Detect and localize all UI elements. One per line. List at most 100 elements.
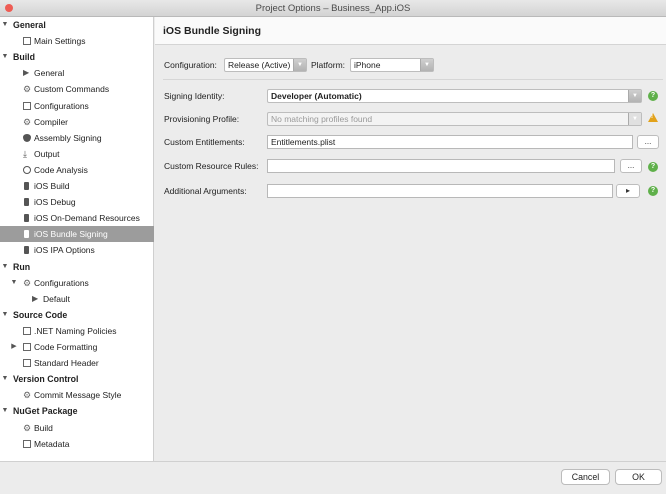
provisioning-profile-dropdown[interactable]: No matching profiles found ▼ — [267, 112, 642, 126]
device-icon — [24, 198, 29, 207]
disclosure-expanded-icon[interactable]: ▼ — [1, 49, 9, 65]
sidebar-item-default[interactable]: ▶ Default — [0, 291, 154, 307]
sidebar-item-commit-message-style[interactable]: ⚙ Commit Message Style — [0, 387, 154, 403]
sidebar-category-nuget-package[interactable]: ▼ NuGet Package — [0, 403, 154, 419]
device-icon — [24, 230, 29, 239]
signing-identity-dropdown[interactable]: Developer (Automatic) ▼ — [267, 89, 642, 103]
sidebar-item-label: iOS Debug — [34, 197, 76, 208]
platform-value: iPhone — [354, 60, 381, 70]
device-icon — [24, 246, 29, 255]
help-icon[interactable]: ? — [648, 186, 658, 196]
sidebar-item-custom-commands[interactable]: ⚙ Custom Commands — [0, 81, 154, 97]
sidebar-item-ios-on-demand-resources[interactable]: iOS On-Demand Resources — [0, 210, 154, 226]
custom-resource-rules-label: Custom Resource Rules: — [164, 161, 259, 171]
download-icon: ⤓ — [23, 148, 27, 159]
sidebar-item-label: Metadata — [34, 438, 70, 449]
sidebar-item-label: Code Analysis — [34, 164, 88, 175]
sidebar-item-label: Custom Commands — [34, 84, 110, 95]
chevron-down-icon: ▼ — [628, 90, 641, 102]
sidebar-item-compiler[interactable]: ⚙ Compiler — [0, 114, 154, 130]
configuration-label: Configuration: — [164, 60, 217, 70]
disclosure-expanded-icon[interactable]: ▼ — [1, 259, 9, 275]
sidebar-item-ios-build[interactable]: iOS Build — [0, 178, 154, 194]
dialog-footer: Cancel OK — [0, 461, 666, 494]
sidebar-item-label: Code Formatting — [34, 342, 98, 352]
doc-icon — [23, 343, 31, 351]
panel-header: iOS Bundle Signing — [155, 17, 666, 45]
sidebar-item-label: NuGet Package — [13, 406, 78, 417]
sidebar-item-label: Version Control — [13, 374, 79, 385]
sidebar-item-label: General — [34, 68, 65, 79]
disclosure-expanded-icon[interactable]: ▼ — [1, 371, 9, 387]
sidebar-item-code-analysis[interactable]: Code Analysis — [0, 162, 154, 178]
sidebar-category-version-control[interactable]: ▼ Version Control — [0, 371, 154, 387]
gear-icon: ⚙ — [23, 390, 32, 401]
cancel-button[interactable]: Cancel — [561, 469, 610, 485]
sidebar-item-label: Build — [34, 422, 53, 433]
sidebar-item-ios-ipa-options[interactable]: iOS IPA Options — [0, 242, 154, 258]
sidebar-item-standard-header[interactable]: Standard Header — [0, 355, 154, 371]
sidebar-item-label: Source Code — [13, 309, 68, 320]
chevron-down-icon: ▼ — [293, 59, 306, 71]
help-icon[interactable]: ? — [648, 91, 658, 101]
divider — [163, 79, 663, 80]
disclosure-collapsed-icon[interactable]: ▶ — [10, 339, 18, 355]
window-title: Project Options – Business_App.iOS — [255, 3, 411, 14]
sidebar-item-metadata[interactable]: Metadata — [0, 436, 154, 452]
browse-entitlements-button[interactable]: ... — [637, 135, 659, 149]
warning-icon[interactable]: ! — [648, 113, 658, 122]
platform-label: Platform: — [311, 60, 346, 70]
sidebar-category-source-code[interactable]: ▼ Source Code — [0, 307, 154, 323]
doc-icon — [23, 101, 31, 110]
sidebar-item-label: Run — [13, 261, 31, 272]
sidebar-item-code-formatting[interactable]: ▶ Code Formatting — [0, 339, 154, 355]
sidebar-item-main-settings[interactable]: Main Settings — [0, 33, 154, 49]
sidebar-item-ios-debug[interactable]: iOS Debug — [0, 194, 154, 210]
circle-icon — [23, 165, 31, 174]
sidebar-item-label: Commit Message Style — [34, 390, 122, 401]
custom-resource-rules-input[interactable] — [267, 159, 615, 173]
device-icon — [24, 214, 29, 223]
custom-entitlements-input[interactable]: Entitlements.plist — [267, 135, 633, 149]
run-arguments-button[interactable]: ▸ — [616, 184, 640, 198]
disclosure-expanded-icon[interactable]: ▼ — [10, 275, 18, 291]
gear-icon: ⚙ — [23, 84, 32, 95]
gear-icon: ⚙ — [23, 116, 32, 127]
sidebar-item-label: Main Settings — [34, 36, 86, 47]
disclosure-expanded-icon[interactable]: ▼ — [1, 17, 9, 33]
configuration-dropdown[interactable]: Release (Active) ▼ — [224, 58, 307, 72]
sidebar-category-general[interactable]: ▼ General — [0, 17, 154, 33]
sidebar-item-output[interactable]: ⤓ Output — [0, 146, 154, 162]
sidebar-item-label: Standard Header — [34, 358, 99, 369]
project-options-window: Project Options – Business_App.iOS ▼ Gene… — [0, 0, 666, 494]
play-icon: ▶ — [23, 68, 30, 78]
sidebar-item-label: Configurations — [34, 277, 89, 288]
ok-button[interactable]: OK — [615, 469, 662, 485]
sidebar-item-label: Output — [34, 148, 60, 159]
configuration-value: Release (Active) — [228, 60, 291, 70]
sidebar-category-run[interactable]: ▼ Run — [0, 259, 154, 275]
additional-arguments-input[interactable] — [267, 184, 613, 198]
sidebar-item-configurations[interactable]: Configurations — [0, 98, 154, 114]
sidebar-item-general[interactable]: ▶ General — [0, 65, 154, 81]
sidebar-item-configurations[interactable]: ▼ ⚙ Configurations — [0, 275, 154, 291]
play-icon: ▶ — [32, 293, 39, 303]
sidebar-item-ios-bundle-signing[interactable]: iOS Bundle Signing — [0, 226, 154, 243]
help-icon[interactable]: ? — [648, 162, 658, 172]
options-sidebar: ▼ General Main Settings ▼ Build ▶ General ⚙ Cust… — [0, 17, 154, 461]
sidebar-item-net-naming-policies[interactable]: .NET Naming Policies — [0, 323, 154, 339]
platform-dropdown[interactable]: iPhone ▼ — [350, 58, 434, 72]
sidebar-item-assembly-signing[interactable]: Assembly Signing — [0, 130, 154, 146]
gear-icon: ⚙ — [23, 422, 32, 433]
disclosure-expanded-icon[interactable]: ▼ — [1, 307, 9, 323]
sidebar-item-build[interactable]: ⚙ Build — [0, 420, 154, 436]
title-bar: Project Options – Business_App.iOS — [0, 0, 666, 17]
sidebar-item-label: iOS Build — [34, 181, 70, 191]
sidebar-item-label: Compiler — [34, 116, 69, 127]
disclosure-expanded-icon[interactable]: ▼ — [1, 403, 9, 419]
sidebar-item-label: iOS Bundle Signing — [34, 229, 108, 240]
chevron-down-icon: ▼ — [628, 113, 641, 125]
browse-resource-rules-button[interactable]: ... — [620, 159, 642, 173]
sidebar-category-build[interactable]: ▼ Build — [0, 49, 154, 65]
doc-icon — [23, 359, 31, 368]
